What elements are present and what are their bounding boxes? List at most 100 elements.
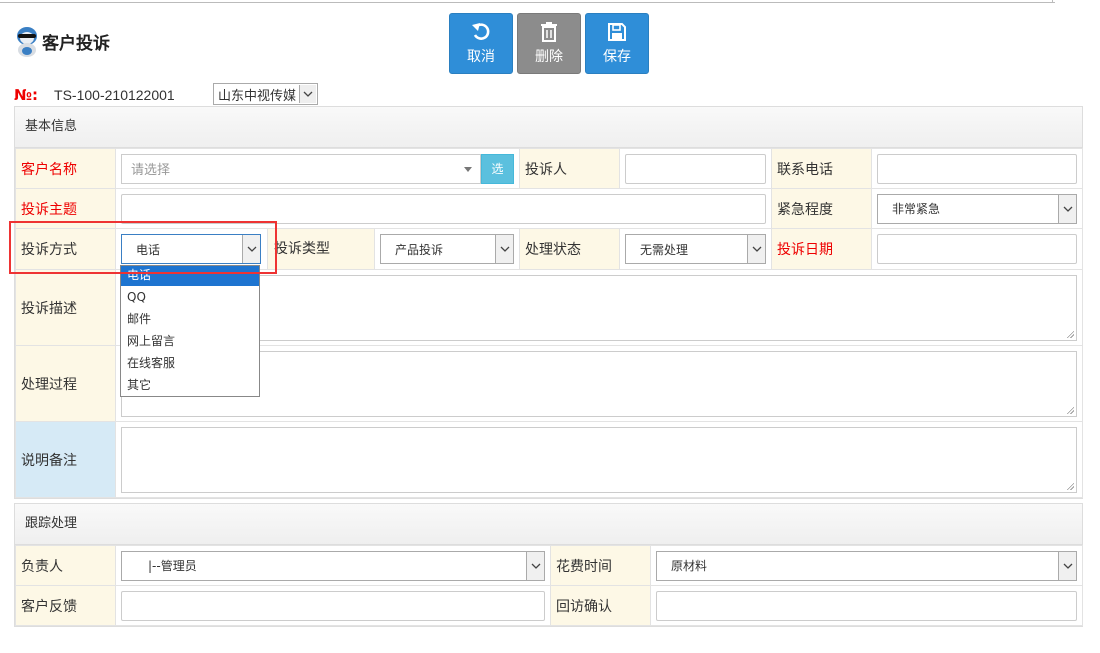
revisit-cell	[650, 585, 1083, 626]
record-number-label: №:	[14, 86, 39, 104]
followup-header: 跟踪处理	[15, 504, 1082, 545]
method-label: 投诉方式	[15, 228, 116, 270]
status-cell: 无需处理	[619, 228, 772, 270]
resize-grip-icon[interactable]	[1066, 405, 1074, 414]
save-button[interactable]: 保存	[585, 13, 649, 74]
status-select[interactable]: 无需处理	[625, 234, 766, 264]
delete-button[interactable]: 删除	[517, 13, 581, 74]
method-select-wrap: 电话	[116, 234, 261, 264]
method-option[interactable]: 其它	[121, 374, 259, 396]
method-type-cell: 电话 投诉类型 产品投诉	[115, 228, 520, 270]
urgency-label: 紧急程度	[771, 188, 872, 229]
chevron-down-icon	[1058, 194, 1076, 223]
chevron-down-icon	[495, 235, 513, 263]
method-select[interactable]: 电话	[121, 234, 261, 264]
revisit-input[interactable]	[656, 590, 1077, 621]
top-divider	[0, 0, 1055, 3]
form-row: 客户反馈 回访确认	[15, 585, 1083, 626]
method-option[interactable]: 网上留言	[121, 330, 259, 352]
form-row: 负责人 |--管理员 花费时间 原材料	[15, 545, 1083, 586]
complainant-cell	[619, 148, 772, 189]
save-label: 保存	[603, 48, 631, 65]
date-input[interactable]	[877, 234, 1077, 264]
method-option[interactable]: 电话	[121, 266, 259, 286]
revisit-label: 回访确认	[550, 585, 651, 626]
chevron-down-icon	[299, 85, 317, 103]
phone-input[interactable]	[877, 153, 1077, 184]
description-cell	[115, 269, 1083, 346]
top-divider-end	[1052, 0, 1053, 2]
resize-grip-icon[interactable]	[1066, 481, 1074, 490]
status-label: 处理状态	[519, 228, 620, 270]
method-option[interactable]: 邮件	[121, 308, 259, 330]
customer-name-placeholder: 请选择	[131, 163, 171, 178]
complainant-input[interactable]	[625, 153, 766, 184]
urgency-cell: 非常紧急	[871, 188, 1083, 229]
select-customer-button[interactable]: 选	[481, 153, 514, 184]
remarks-cell	[115, 421, 1083, 498]
customer-name-cell: 请选择 选	[115, 148, 520, 189]
owner-select[interactable]: |--管理员	[121, 550, 545, 581]
feedback-label: 客户反馈	[15, 585, 116, 626]
type-label: 投诉类型	[267, 229, 375, 269]
feedback-input[interactable]	[121, 590, 545, 621]
company-select[interactable]: 山东中视传媒	[213, 83, 319, 105]
method-option[interactable]: 在线客服	[121, 352, 259, 374]
owner-value: |--管理员	[148, 559, 197, 573]
chevron-down-icon	[526, 551, 544, 580]
method-dropdown-list: 电话 QQ 邮件 网上留言 在线客服 其它	[120, 265, 260, 397]
customer-name-combo[interactable]: 请选择 选	[121, 153, 514, 184]
owner-label: 负责人	[15, 545, 116, 586]
method-type-wrap: 电话 投诉类型 产品投诉	[116, 229, 519, 269]
cancel-button[interactable]: 取消	[449, 13, 513, 74]
method-option[interactable]: QQ	[121, 286, 259, 308]
trash-icon	[541, 21, 557, 42]
feedback-cell	[115, 585, 551, 626]
complainant-label: 投诉人	[519, 148, 620, 189]
form-row: 客户名称 请选择 选 投诉人 联系电话	[15, 148, 1083, 189]
cancel-label: 取消	[467, 48, 495, 65]
record-number-row: №: TS-100-210122001	[14, 86, 175, 104]
remarks-textarea[interactable]	[121, 426, 1077, 493]
customer-name-input[interactable]: 请选择	[121, 153, 481, 184]
customer-name-label: 客户名称	[15, 148, 116, 189]
delete-label: 删除	[535, 48, 563, 65]
subject-cell	[115, 188, 772, 229]
form-row: 投诉方式 电话 投诉类型 产品投诉 处理状态 无需处理 投诉日期	[15, 228, 1083, 270]
page-title: 客户投诉	[42, 33, 110, 54]
followup-form: 负责人 |--管理员 花费时间 原材料 客户反馈 回访确认	[15, 545, 1083, 626]
owner-cell: |--管理员	[115, 545, 551, 586]
time-spent-select[interactable]: 原材料	[656, 550, 1077, 581]
undo-icon	[472, 22, 490, 40]
form-row: 投诉主题 紧急程度 非常紧急	[15, 188, 1083, 229]
chevron-down-icon	[1058, 551, 1076, 580]
date-cell	[871, 228, 1083, 270]
description-label: 投诉描述	[15, 269, 116, 346]
description-textarea[interactable]	[121, 274, 1077, 341]
followup-panel: 跟踪处理 负责人 |--管理员 花费时间 原材料 客户反馈 回访确认	[14, 503, 1083, 627]
process-textarea[interactable]	[121, 350, 1077, 417]
phone-cell	[871, 148, 1083, 189]
time-spent-value: 原材料	[671, 559, 708, 573]
company-select-value: 山东中视传媒	[218, 88, 297, 104]
subject-input[interactable]	[121, 193, 766, 224]
subject-label: 投诉主题	[15, 188, 116, 229]
mascot-logo-icon	[17, 27, 37, 57]
basic-info-header: 基本信息	[15, 107, 1082, 148]
urgency-select[interactable]: 非常紧急	[877, 193, 1077, 224]
urgency-value: 非常紧急	[892, 202, 941, 216]
type-select[interactable]: 产品投诉	[380, 234, 514, 264]
phone-label: 联系电话	[771, 148, 872, 189]
process-cell	[115, 345, 1083, 422]
resize-grip-icon[interactable]	[1066, 329, 1074, 338]
status-value: 无需处理	[640, 242, 689, 257]
method-value: 电话	[136, 242, 161, 257]
time-spent-cell: 原材料	[650, 545, 1083, 586]
chevron-down-icon	[747, 235, 765, 263]
process-label: 处理过程	[15, 345, 116, 422]
type-select-wrap: 产品投诉	[375, 234, 519, 264]
page-header: 客户投诉	[14, 24, 110, 58]
record-number-value: TS-100-210122001	[54, 87, 175, 103]
chevron-down-icon	[242, 235, 260, 263]
date-label: 投诉日期	[771, 228, 872, 270]
